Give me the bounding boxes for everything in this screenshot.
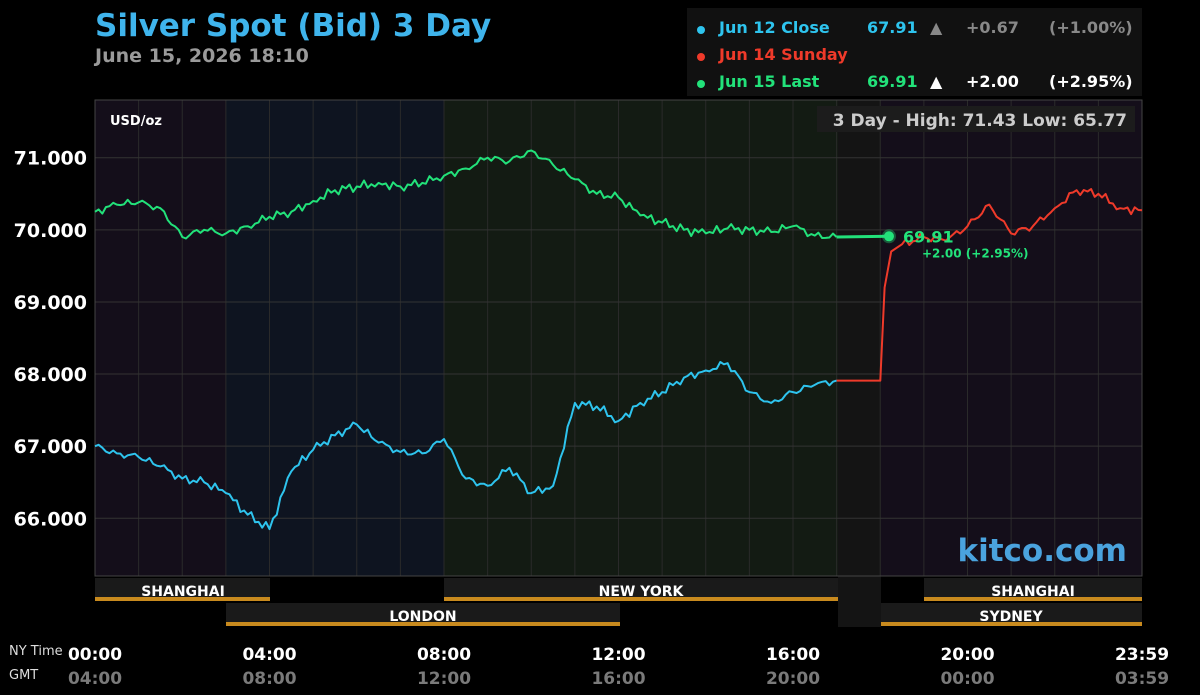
x-tick-label-ny: 16:00 [766,645,820,665]
kitco-logo: kitco.com [958,533,1128,569]
session-sydney-label: SYDNEY [979,609,1043,625]
session-shanghai2-label: SHANGHAI [991,584,1075,600]
x-tick-label-gmt: 00:00 [940,669,994,689]
x-tick-label-gmt: 12:00 [417,669,471,689]
y-axis: 66.000 67.000 68.000 69.000 70.000 71.000 [14,148,87,531]
price-chart: USD/oz 3 Day - High: 71.43 Low: 65.77 66… [9,99,1169,689]
y-tick-label: 69.000 [14,292,87,314]
gmt-label: GMT [9,668,38,683]
y-tick-label: 67.000 [14,436,87,458]
x-axis: 00:00 04:00 08:00 12:00 16:00 20:00 23:59 04:00… [68,645,1169,689]
x-tick-label-ny: 00:00 [68,645,122,665]
shade-london [226,100,444,576]
last-price-connector [836,234,889,239]
x-tick-label-gmt: 08:00 [242,669,296,689]
y-tick-label: 71.000 [14,148,87,170]
y-tick-label: 70.000 [14,220,87,242]
x-tick-label-ny: 04:00 [242,645,296,665]
last-change-label: +2.00 (+2.95%) [922,246,1029,260]
shade-asia [95,100,226,576]
session-bars: SHANGHAI NEW YORK SHANGHAI LONDON SYDNEY [95,578,1142,626]
last-point [883,231,894,242]
shade-newyork [444,100,838,576]
y-tick-label: 68.000 [14,364,87,386]
unit-label: USD/oz [110,114,162,129]
x-tick-label-ny: 08:00 [417,645,471,665]
last-price-label: 69.91 [903,227,954,246]
x-tick-label-gmt: 03:59 [1115,669,1169,689]
x-tick-label-ny: 23:59 [1115,645,1169,665]
x-tick-label-gmt: 04:00 [68,669,122,689]
x-tick-label-ny: 12:00 [591,645,645,665]
shade-closed [838,100,881,627]
session-london-label: LONDON [389,609,456,625]
x-tick-label-gmt: 20:00 [766,669,820,689]
range-text: 3 Day - High: 71.43 Low: 65.77 [833,111,1127,131]
x-tick-label-gmt: 16:00 [591,669,645,689]
session-shanghai-label: SHANGHAI [141,584,225,600]
y-tick-label: 66.000 [14,508,87,530]
session-newyork-label: NEW YORK [599,584,685,600]
ny-time-label: NY Time [9,644,63,659]
x-tick-label-ny: 20:00 [940,645,994,665]
